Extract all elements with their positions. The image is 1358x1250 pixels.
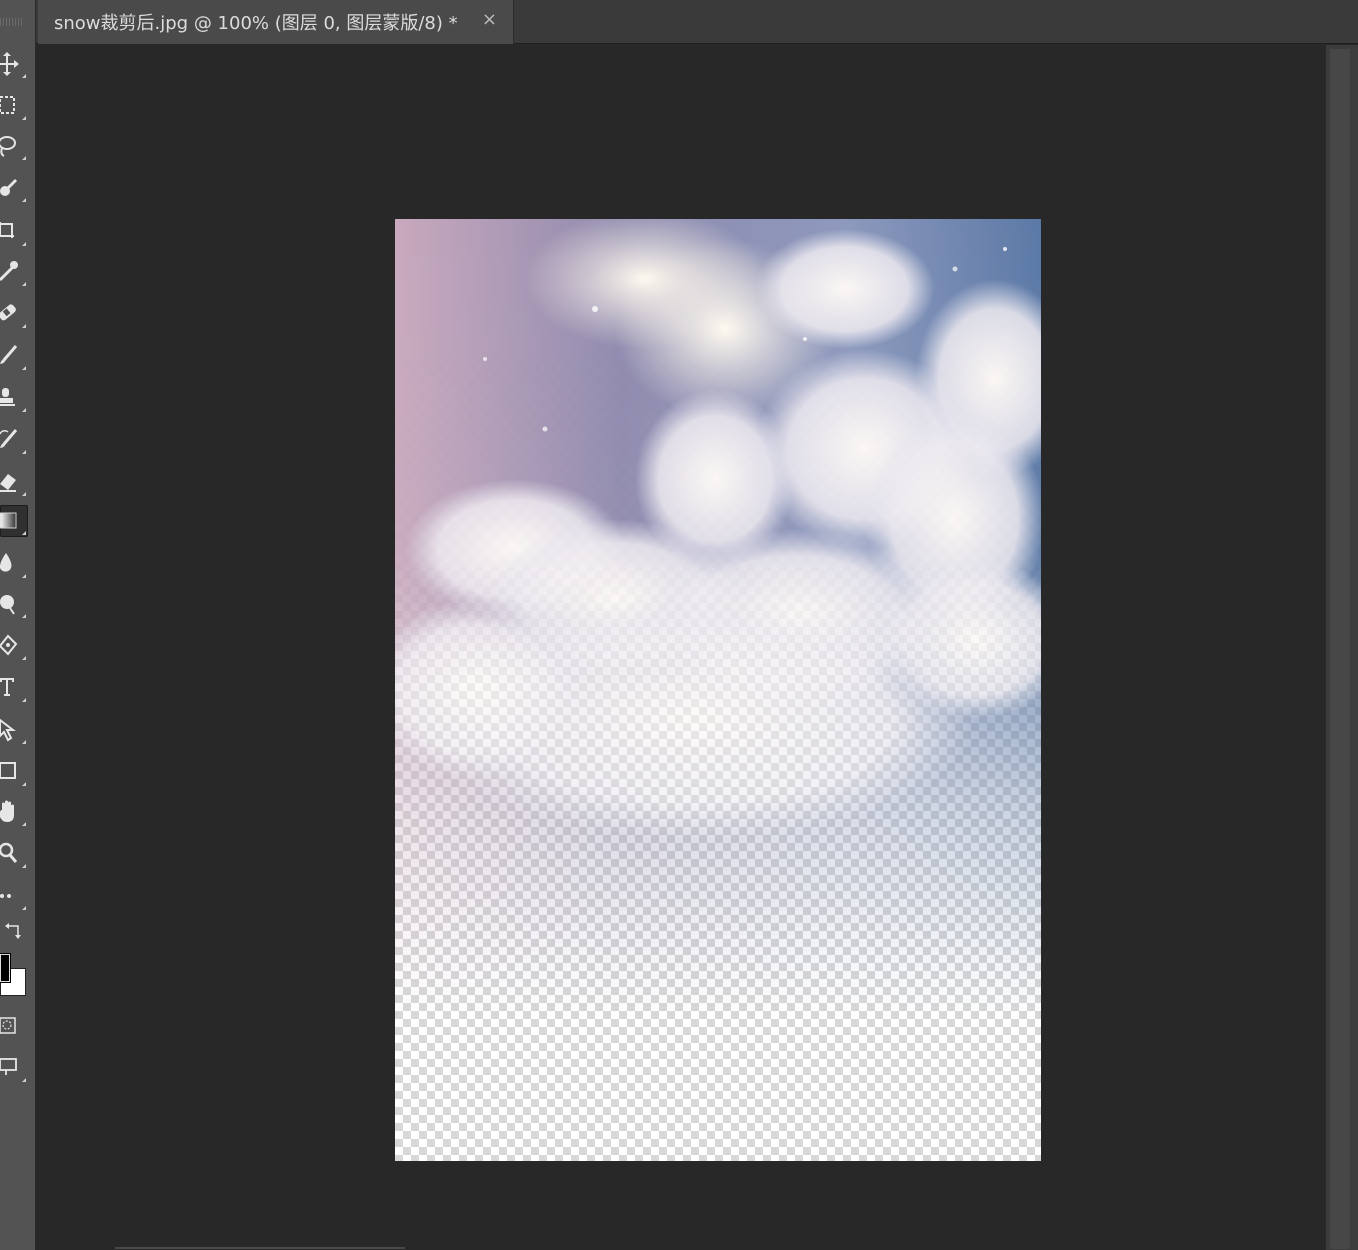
blur-tool[interactable] (0, 548, 28, 580)
quick-mask-icon (0, 1017, 16, 1034)
hand-tool[interactable] (0, 796, 28, 828)
document-tab[interactable]: snow裁剪后.jpg @ 100% (图层 0, 图层蒙版/8) * × (38, 0, 514, 44)
history-brush-tool[interactable] (0, 424, 28, 456)
gradient-icon (0, 512, 17, 529)
zoom-tool[interactable] (0, 838, 28, 870)
lasso-tool[interactable] (0, 130, 28, 162)
panel-grip[interactable] (0, 18, 22, 26)
type-icon (0, 678, 14, 696)
color-swatches[interactable] (0, 950, 30, 1000)
rectangular-marquee-tool[interactable] (0, 90, 28, 122)
document-tab-bar: snow裁剪后.jpg @ 100% (图层 0, 图层蒙版/8) * × (0, 0, 1358, 44)
rectangle-tool[interactable] (0, 756, 28, 788)
snow-image (395, 219, 1041, 1161)
bandage-icon (0, 304, 16, 321)
crop-icon (0, 222, 14, 238)
screen-mode-icon (0, 1058, 17, 1075)
document-tab-title: snow裁剪后.jpg @ 100% (图层 0, 图层蒙版/8) * (54, 13, 458, 34)
horizontal-scrollbar[interactable] (115, 1247, 405, 1249)
move-icon (0, 52, 19, 76)
foreground-color-swatch[interactable] (0, 954, 10, 982)
vertical-scrollbar[interactable] (1325, 45, 1358, 1250)
crop-tool[interactable] (0, 216, 28, 248)
healing-brush-tool[interactable] (0, 298, 28, 330)
arrow-icon (0, 718, 16, 742)
path-selection-tool[interactable] (0, 714, 28, 746)
eyedropper-icon (0, 261, 18, 282)
lasso-icon (0, 136, 16, 157)
quick-selection-icon (0, 178, 18, 196)
clone-stamp-tool[interactable] (0, 382, 28, 414)
canvas-area[interactable] (37, 45, 1324, 1250)
move-tool[interactable] (0, 48, 28, 80)
quick-selection-tool[interactable] (0, 172, 28, 204)
brush-icon (0, 345, 18, 364)
pen-icon (0, 634, 18, 656)
scrollbar-thumb[interactable] (1330, 49, 1350, 1249)
pen-tool[interactable] (0, 630, 28, 662)
hand-icon (0, 800, 14, 822)
drop-icon (0, 553, 12, 572)
eraser-tool[interactable] (0, 466, 28, 498)
eraser-icon (0, 474, 16, 492)
screen-mode[interactable] (0, 1052, 28, 1084)
marquee-icon (0, 96, 15, 114)
edit-toolbar[interactable] (0, 880, 28, 912)
swap-colors[interactable] (4, 918, 28, 942)
document-canvas[interactable] (395, 219, 1041, 1161)
swap-icon (5, 923, 21, 939)
rectangle-icon (0, 762, 16, 779)
dodge-tool[interactable] (0, 588, 28, 620)
quick-mask-mode[interactable] (0, 1012, 28, 1044)
dodge-icon (0, 595, 15, 615)
history-brush-icon (0, 429, 18, 448)
gradient-tool[interactable] (0, 505, 28, 537)
brush-tool[interactable] (0, 340, 28, 372)
stamp-icon (0, 388, 15, 406)
type-tool[interactable] (0, 672, 28, 704)
zoom-icon (0, 842, 18, 863)
eyedropper-tool[interactable] (0, 256, 28, 288)
more-icon (0, 894, 11, 898)
close-icon[interactable]: × (482, 9, 497, 30)
tools-panel (0, 0, 36, 1250)
